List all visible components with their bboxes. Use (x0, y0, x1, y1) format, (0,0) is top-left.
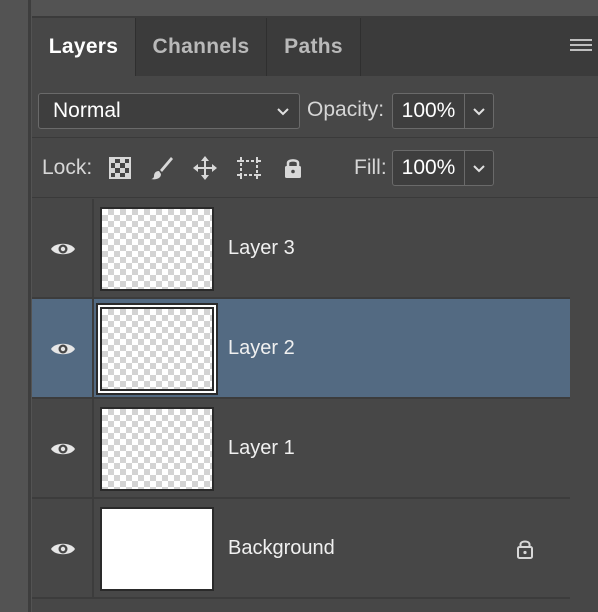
tab-layers[interactable]: Layers (32, 18, 136, 76)
eye-icon[interactable] (50, 439, 76, 459)
layer-thumbnail[interactable] (100, 207, 214, 291)
layer-name[interactable]: Layer 1 (228, 437, 295, 460)
top-dock-strip (32, 0, 598, 18)
opacity-label: Opacity: (307, 98, 385, 121)
layer-name[interactable]: Layer 3 (228, 237, 295, 260)
opacity-field[interactable]: 100% (392, 93, 494, 129)
layer-thumbnail[interactable] (98, 305, 216, 393)
hamburger-menu-icon[interactable] (570, 39, 592, 55)
layer-name[interactable]: Background (228, 537, 335, 560)
layers-scrollbar[interactable] (570, 199, 598, 612)
lock-transparent-pixels-icon[interactable] (107, 155, 133, 181)
lock-row: Lock: Fill: 100% (32, 139, 598, 198)
layers-panel: Layers Channels Paths Normal Opacity: 10… (32, 18, 598, 612)
visibility-column-divider (92, 399, 94, 499)
layer-thumbnail[interactable] (100, 407, 214, 491)
panel-tabbar: Layers Channels Paths (32, 18, 598, 76)
left-dock-strip (0, 0, 32, 612)
chevron-down-icon (277, 108, 289, 116)
lock-icon[interactable] (514, 538, 536, 560)
layer-thumbnail[interactable] (100, 507, 214, 591)
blend-mode-select[interactable]: Normal (38, 93, 300, 129)
lock-artboard-icon[interactable] (236, 155, 262, 181)
chevron-down-icon (473, 108, 485, 116)
lock-all-icon[interactable] (280, 155, 306, 181)
tab-paths[interactable]: Paths (267, 18, 361, 76)
eye-icon[interactable] (50, 539, 76, 559)
visibility-column-divider (92, 199, 94, 299)
opacity-dropdown-button[interactable] (465, 94, 493, 128)
chevron-down-icon (473, 165, 485, 173)
visibility-column-divider (92, 299, 94, 399)
layer-row-layer-2[interactable]: Layer 2 (32, 299, 570, 399)
fill-field[interactable]: 100% (392, 150, 494, 186)
layers-list: Layer 3 Layer 2 Layer 1 Background (32, 199, 598, 612)
layer-name[interactable]: Layer 2 (228, 337, 295, 360)
dock-divider[interactable] (28, 0, 31, 612)
eye-icon[interactable] (50, 339, 76, 359)
blend-mode-value: Normal (53, 99, 121, 122)
layer-row-background[interactable]: Background (32, 499, 570, 599)
tab-channels[interactable]: Channels (136, 18, 267, 76)
layer-row-layer-1[interactable]: Layer 1 (32, 399, 570, 499)
lock-position-icon[interactable] (192, 155, 218, 181)
fill-dropdown-button[interactable] (465, 151, 493, 185)
blend-row: Normal Opacity: 100% (32, 76, 598, 138)
visibility-column-divider (92, 499, 94, 599)
lock-image-pixels-icon[interactable] (149, 155, 175, 181)
lock-label: Lock: (42, 156, 93, 179)
layer-row-layer-3[interactable]: Layer 3 (32, 199, 570, 299)
fill-label: Fill: (354, 156, 387, 179)
opacity-value[interactable]: 100% (393, 94, 465, 128)
fill-value[interactable]: 100% (393, 151, 465, 185)
eye-icon[interactable] (50, 239, 76, 259)
